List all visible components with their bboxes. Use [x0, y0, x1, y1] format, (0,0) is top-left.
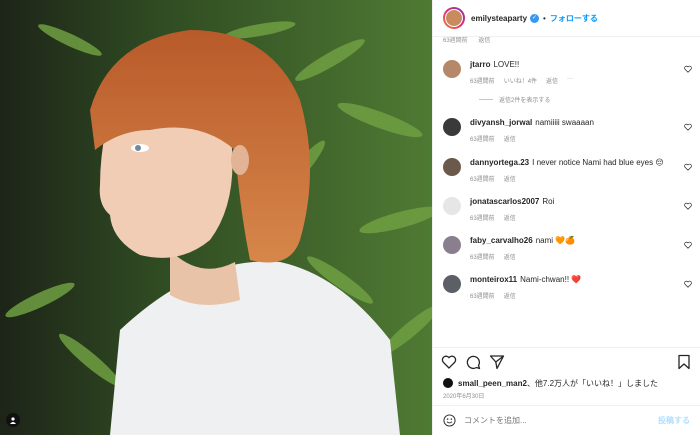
liker-avatar[interactable]	[443, 378, 453, 388]
like-comment-heart-icon[interactable]	[684, 241, 692, 249]
likes-summary: small_peen_man2 、他7.2万人が「いいね！」しました	[433, 375, 700, 391]
author-avatar[interactable]	[443, 7, 465, 29]
comment-time: 63週間前	[470, 294, 495, 300]
comment-time: 63週間前	[470, 255, 495, 261]
commenter-username[interactable]: divyansh_jorwal	[470, 118, 532, 127]
like-comment-heart-icon[interactable]	[684, 65, 692, 73]
save-bookmark-icon[interactable]	[676, 354, 692, 370]
reply-button[interactable]: 返信	[546, 76, 558, 85]
commenter-avatar[interactable]	[443, 60, 461, 78]
comment-text: Nami-chwan!! ❤️	[520, 275, 582, 284]
comment-text: nami 🧡🍊	[535, 236, 576, 245]
comment-bubble-icon[interactable]	[465, 354, 481, 370]
like-comment-heart-icon[interactable]	[684, 202, 692, 210]
comment-time: 63週間前	[470, 177, 495, 183]
post-photo[interactable]	[0, 0, 432, 435]
like-comment-heart-icon[interactable]	[684, 163, 692, 171]
reply-button[interactable]: 返信	[504, 291, 516, 300]
comment-likes[interactable]: いいね！4件	[504, 76, 537, 85]
header-separator: •	[543, 13, 546, 23]
add-comment-bar: 投稿する	[433, 405, 700, 435]
share-paper-plane-icon[interactable]	[489, 354, 505, 370]
like-comment-heart-icon[interactable]	[684, 280, 692, 288]
commenter-avatar[interactable]	[443, 236, 461, 254]
commenter-avatar[interactable]	[443, 158, 461, 176]
comment-text: namiiiii swaaaan	[535, 118, 594, 127]
commenter-username[interactable]: dannyortega.23	[470, 158, 529, 167]
liker-username[interactable]: small_peen_man2	[458, 379, 527, 388]
commenter-avatar[interactable]	[443, 275, 461, 293]
comment-item: dannyortega.23 I never notice Nami had bl…	[443, 157, 692, 183]
author-username[interactable]: emilysteaparty	[471, 14, 527, 23]
commenter-avatar[interactable]	[443, 118, 461, 136]
post-viewer: emilysteaparty ✓ • フォローする 63週間前 返信 jtarr…	[0, 0, 700, 435]
comment-item: monteirox11 Nami-chwan!! ❤️ 63週間前 返信	[443, 274, 692, 300]
more-options-icon[interactable]: ···	[567, 76, 573, 85]
comment-time: 63週間前	[470, 137, 495, 143]
commenter-username[interactable]: monteirox11	[470, 275, 517, 284]
post-comment-button[interactable]: 投稿する	[658, 415, 690, 426]
previous-comment-meta: 63週間前 返信	[443, 37, 692, 47]
comment-item: divyansh_jorwal namiiiii swaaaan 63週間前 返信	[443, 117, 692, 143]
reply-button[interactable]: 返信	[504, 252, 516, 261]
comment-item: jonatascarlos2007 Roi 63週間前 返信	[443, 196, 692, 222]
verified-badge-icon: ✓	[530, 13, 540, 23]
comment-time: 63週間前	[470, 216, 495, 222]
commenter-username[interactable]: jtarro	[470, 60, 490, 69]
comment-input[interactable]	[464, 416, 658, 425]
post-date[interactable]: 2020年6月30日	[433, 391, 700, 405]
like-comment-heart-icon[interactable]	[684, 123, 692, 131]
like-heart-icon[interactable]	[441, 354, 457, 370]
view-replies-button[interactable]: 返信2件を表示する	[479, 95, 692, 104]
comment-time: 63週間前	[443, 38, 468, 44]
commenter-username[interactable]: faby_carvalho26	[470, 236, 533, 245]
comment-time: 63週間前	[470, 79, 495, 85]
follow-button[interactable]: フォローする	[550, 13, 598, 24]
post-actions-bar	[433, 347, 700, 375]
emoji-smile-icon[interactable]	[443, 414, 456, 427]
portrait-image	[0, 0, 432, 435]
view-replies-label: 返信2件を表示する	[499, 98, 551, 104]
comment-item: faby_carvalho26 nami 🧡🍊 63週間前 返信	[443, 235, 692, 261]
likes-count-text[interactable]: 、他7.2万人が「いいね！」しました	[527, 378, 658, 389]
post-header: emilysteaparty ✓ • フォローする	[433, 0, 700, 37]
comment-text: I never notice Nami had blue eyes 😔	[532, 158, 664, 167]
comment-text: LOVE!!	[493, 60, 520, 69]
post-side-panel: emilysteaparty ✓ • フォローする 63週間前 返信 jtarr…	[432, 0, 700, 435]
comment-text: Roi	[542, 197, 555, 206]
commenter-username[interactable]: jonatascarlos2007	[470, 197, 539, 206]
reply-button[interactable]: 返信	[478, 38, 490, 44]
comment-item: jtarro LOVE!! 63週間前 いいね！4件 返信 ···	[443, 59, 692, 85]
tagged-user-icon[interactable]	[6, 413, 20, 427]
comments-list[interactable]: 63週間前 返信 jtarro LOVE!! 63週間前 いいね！4件 返信 ··…	[433, 37, 700, 347]
reply-button[interactable]: 返信	[504, 134, 516, 143]
reply-button[interactable]: 返信	[504, 174, 516, 183]
reply-button[interactable]: 返信	[504, 213, 516, 222]
commenter-avatar[interactable]	[443, 197, 461, 215]
